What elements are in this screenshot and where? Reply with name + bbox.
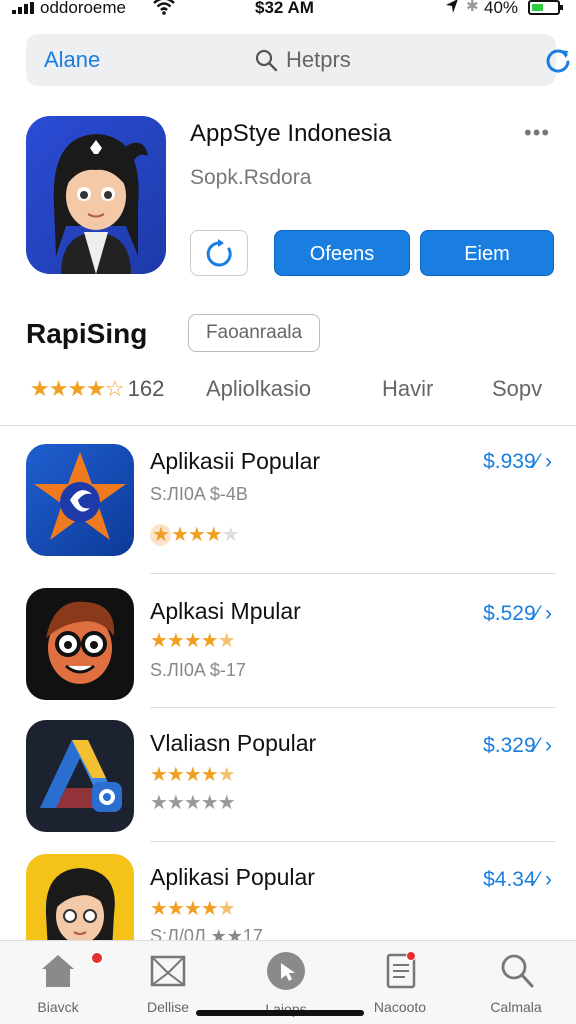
tab-home[interactable]: Biavck	[8, 951, 108, 1015]
tab-deals[interactable]: Dellise	[118, 951, 218, 1015]
rating-stars: ★★★★☆	[30, 376, 125, 401]
app-price[interactable]: $.329⁄ ›	[483, 734, 552, 758]
avatar-illustration	[53, 134, 148, 274]
search-input[interactable]: Hetprs	[286, 47, 351, 73]
tab-today[interactable]: Laiops	[236, 951, 336, 1017]
app-name: Aplikasii Popular	[150, 448, 321, 474]
tab-label: Calmala	[490, 999, 542, 1015]
face-logo-icon	[46, 601, 115, 684]
drive-logo-icon	[40, 740, 122, 812]
notification-badge	[90, 951, 104, 965]
reload-button[interactable]	[190, 230, 248, 276]
back-button[interactable]: Alane	[44, 47, 100, 73]
app-title: AppStye Indonesia	[190, 120, 392, 147]
app-rating: ★★★★★	[150, 898, 236, 920]
star-logo-icon	[34, 452, 126, 540]
home-icon	[42, 955, 74, 987]
tab-search[interactable]: Calmala	[466, 951, 566, 1015]
location-icon	[446, 0, 458, 13]
refresh-icon[interactable]	[544, 46, 572, 74]
carrier-name: oddoroeme	[40, 0, 127, 17]
app-rating-secondary: ★★★★★	[150, 792, 236, 814]
app-icon	[26, 116, 166, 274]
app-price[interactable]: $4.34⁄ ›	[483, 868, 552, 892]
search-bar[interactable]: Alane Hetprs	[26, 34, 570, 86]
tab-sopv[interactable]: Sopv	[492, 376, 542, 402]
tab-favorites[interactable]: Havir	[382, 376, 433, 402]
list-item[interactable]: Vlaliasn Popular $.329⁄ › ★★★★★ ★★★★★	[0, 720, 576, 852]
item-button[interactable]: Eiem	[420, 230, 554, 276]
bluetooth-icon: ✱	[466, 0, 479, 15]
tab-label: Biavck	[37, 999, 79, 1015]
search-icon	[255, 49, 278, 72]
list-item[interactable]: Aplkasi Mpular $.529⁄ › ★★★★★ S.ЛI0A $-1…	[0, 588, 576, 720]
app-price[interactable]: $.939⁄ ›	[483, 450, 552, 474]
app-rating: ★★★★★	[150, 630, 236, 652]
app-name: Vlaliasn Popular	[150, 730, 317, 756]
app-subtitle: Sopk.Rsdora	[190, 166, 312, 189]
app-thumbnail	[26, 588, 134, 700]
status-bar: oddoroeme $32 AM ✱ 40%	[0, 0, 576, 22]
app-thumbnail	[26, 720, 134, 832]
tab-updates[interactable]: Nacooto	[350, 951, 450, 1015]
row-separator	[150, 841, 556, 842]
tab-apps[interactable]: Apliolkasio	[206, 376, 311, 402]
app-meta: S.ЛI0A $-17	[150, 660, 246, 680]
cursor-icon	[267, 952, 305, 990]
app-name: Aplikasi Popular	[150, 864, 315, 890]
app-name: Aplkasi Mpular	[150, 598, 301, 624]
open-button[interactable]: Ofeens	[274, 230, 410, 276]
rating-count: 162	[127, 376, 165, 401]
row-separator	[150, 707, 556, 708]
tab-label: Nacooto	[373, 999, 427, 1015]
rating-summary: ★★★★☆ 162	[30, 376, 164, 402]
divider	[0, 425, 576, 426]
reload-icon	[206, 239, 232, 267]
clock: $32 AM	[255, 0, 314, 17]
app-price[interactable]: $.529⁄ ›	[483, 602, 552, 626]
home-indicator[interactable]	[196, 1010, 364, 1016]
section-title: RapiSing	[26, 318, 148, 349]
app-thumbnail	[26, 444, 134, 556]
filter-chip[interactable]: Faoanraala	[188, 314, 320, 352]
search-icon	[501, 954, 534, 988]
app-rating: ★★★★★	[150, 764, 236, 786]
battery-percent: 40%	[484, 0, 519, 17]
app-meta: S:ЛI0A $-4B	[150, 484, 248, 504]
list-item[interactable]: Aplikasii Popular $.939⁄ › S:ЛI0A $-4B ★…	[0, 444, 576, 576]
app-rating: ★★★★★	[150, 524, 240, 546]
row-separator	[150, 573, 556, 574]
more-options-icon[interactable]: •••	[524, 120, 550, 146]
wifi-icon	[153, 0, 175, 15]
notification-badge	[406, 951, 416, 961]
package-icon	[150, 955, 186, 987]
battery-icon	[528, 0, 563, 15]
signal-icon	[12, 2, 34, 14]
